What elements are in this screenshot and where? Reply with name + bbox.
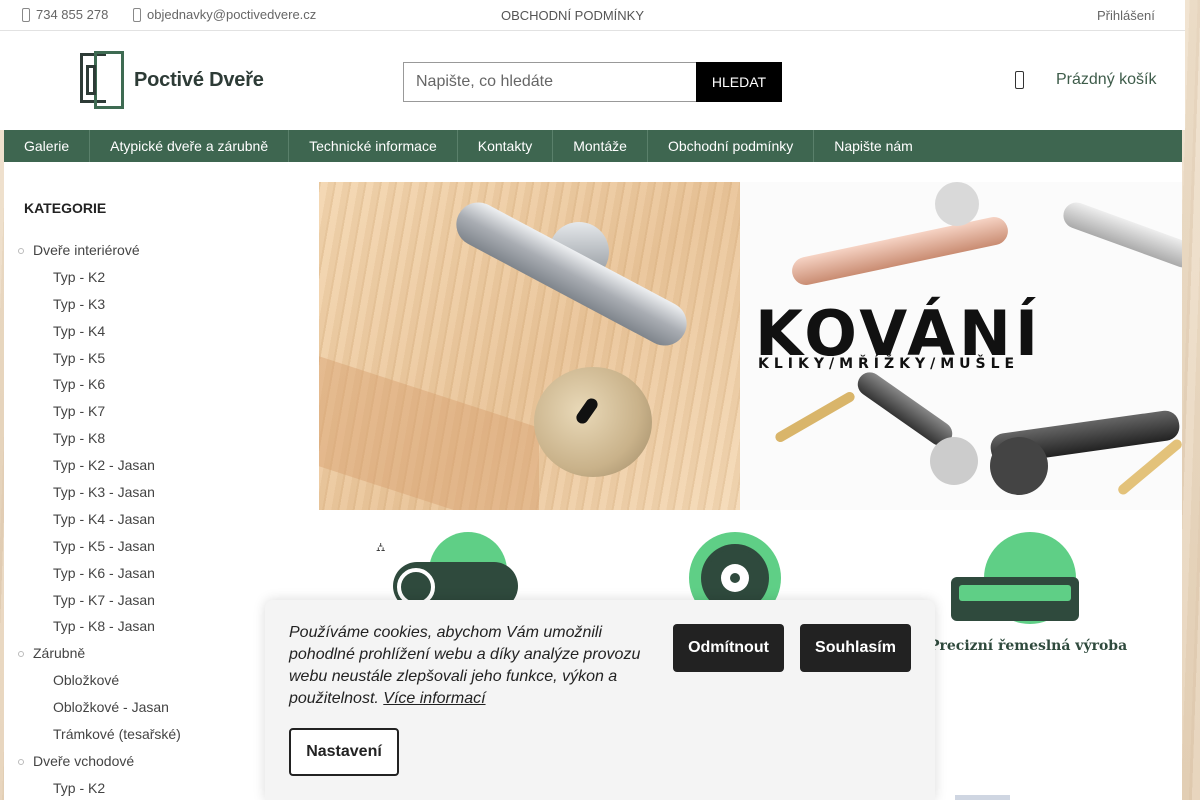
subcategory-item[interactable]: Typ - K5 - Jasan (4, 533, 299, 560)
category-item[interactable]: Dveře vchodové (4, 748, 299, 775)
cookie-settings-button[interactable]: Nastavení (289, 728, 399, 776)
subcategory-item[interactable]: Typ - K8 - Jasan (4, 613, 299, 640)
phone-number[interactable]: 734 855 278 (36, 7, 108, 22)
subcategory-item[interactable]: Trámkové (tesařské) (4, 721, 299, 748)
cookie-consent-bar: Používáme cookies, abychom Vám umožnili … (265, 600, 935, 800)
feature-craft: Precizní řemeslná výroba (929, 532, 1127, 657)
logo-text: Poctivé Dveře (134, 68, 264, 91)
subcategory-item[interactable]: Typ - K4 (4, 318, 299, 345)
cookie-decline-button[interactable]: Odmítnout (673, 624, 784, 672)
subcategory-item[interactable]: Typ - K6 - Jasan (4, 560, 299, 587)
terms-link[interactable]: OBCHODNÍ PODMÍNKY (501, 8, 644, 23)
sidebar-heading: KATEGORIE (24, 200, 107, 216)
subcategory-item[interactable]: Obložkové - Jasan (4, 694, 299, 721)
subcategory-item[interactable]: Typ - K2 (4, 775, 299, 800)
subcategory-item[interactable]: Typ - K8 (4, 425, 299, 452)
page: 734 855 278 objednavky@poctivedvere.cz O… (0, 0, 1185, 800)
nav-item-atypicke-dvere[interactable]: Atypické dveře a zárubně (90, 130, 290, 162)
nav-item-galerie[interactable]: Galerie (4, 130, 91, 162)
cookie-more-info-link[interactable]: Více informací (383, 690, 485, 707)
subcategory-item[interactable]: Typ - K7 - Jasan (4, 587, 299, 614)
email-icon (133, 7, 141, 22)
header: Poctivé Dveře HLEDAT Prázdný košík (0, 31, 1185, 130)
cart-label: Prázdný košík (1056, 71, 1157, 88)
nav-item-napiste-nam[interactable]: Napište nám (814, 130, 933, 162)
product-thumbnail[interactable] (955, 795, 1010, 800)
cookie-accept-button[interactable]: Souhlasím (800, 624, 911, 672)
phone-contact[interactable]: 734 855 278 (22, 7, 108, 22)
door-logo-icon (80, 51, 126, 109)
main-navigation: Galerie Atypické dveře a zárubně Technic… (4, 130, 1182, 162)
subcategory-item[interactable]: Typ - K7 (4, 398, 299, 425)
login-link[interactable]: Přihlášení (1097, 8, 1155, 23)
subcategory-item[interactable]: Typ - K5 (4, 345, 299, 372)
cookie-message: Používáme cookies, abychom Vám umožnili … (289, 622, 659, 710)
subcategory-item[interactable]: Typ - K3 (4, 291, 299, 318)
category-list: Dveře interiérové Typ - K2 Typ - K3 Typ - K… (4, 237, 299, 800)
phone-icon (22, 7, 30, 22)
subcategory-item[interactable]: Typ - K4 - Jasan (4, 506, 299, 533)
category-item[interactable]: Zárubně (4, 640, 299, 667)
subcategory-item[interactable]: Typ - K6 (4, 371, 299, 398)
category-sidebar: KATEGORIE Dveře interiérové Typ - K2 Typ -… (4, 162, 299, 800)
cart[interactable]: Prázdný košík (1015, 71, 1156, 89)
feature-craft-label: Precizní řemeslná výroba (929, 638, 1128, 654)
category-item[interactable]: Dveře interiérové (4, 237, 299, 264)
door-handle-photo (319, 182, 740, 510)
banner-subtitle: KLIKY/MŘÍŽKY/MUŠLE (758, 356, 1020, 372)
logo[interactable]: Poctivé Dveře (80, 51, 264, 109)
nav-item-kontakty[interactable]: Kontakty (458, 130, 554, 162)
trees-icon: ⛼ (376, 540, 386, 554)
subcategory-item[interactable]: Typ - K2 (4, 264, 299, 291)
email-address[interactable]: objednavky@poctivedvere.cz (147, 7, 316, 22)
nav-item-montaze[interactable]: Montáže (553, 130, 648, 162)
subcategory-item[interactable]: Obložkové (4, 667, 299, 694)
nav-item-technicke-informace[interactable]: Technické informace (289, 130, 458, 162)
sander-icon (951, 577, 1079, 621)
hero-banner[interactable]: KOVÁNÍ KLIKY/MŘÍŽKY/MUŠLE (319, 182, 1182, 510)
email-contact[interactable]: objednavky@poctivedvere.cz (133, 7, 316, 22)
nav-item-obchodni-podminky[interactable]: Obchodní podmínky (648, 130, 815, 162)
top-bar: 734 855 278 objednavky@poctivedvere.cz O… (0, 0, 1185, 31)
search-button[interactable]: HLEDAT (696, 62, 782, 102)
cart-icon (1015, 71, 1024, 89)
subcategory-item[interactable]: Typ - K2 - Jasan (4, 452, 299, 479)
subcategory-item[interactable]: Typ - K3 - Jasan (4, 479, 299, 506)
search-input[interactable] (403, 62, 696, 102)
search-form: HLEDAT (403, 62, 782, 102)
